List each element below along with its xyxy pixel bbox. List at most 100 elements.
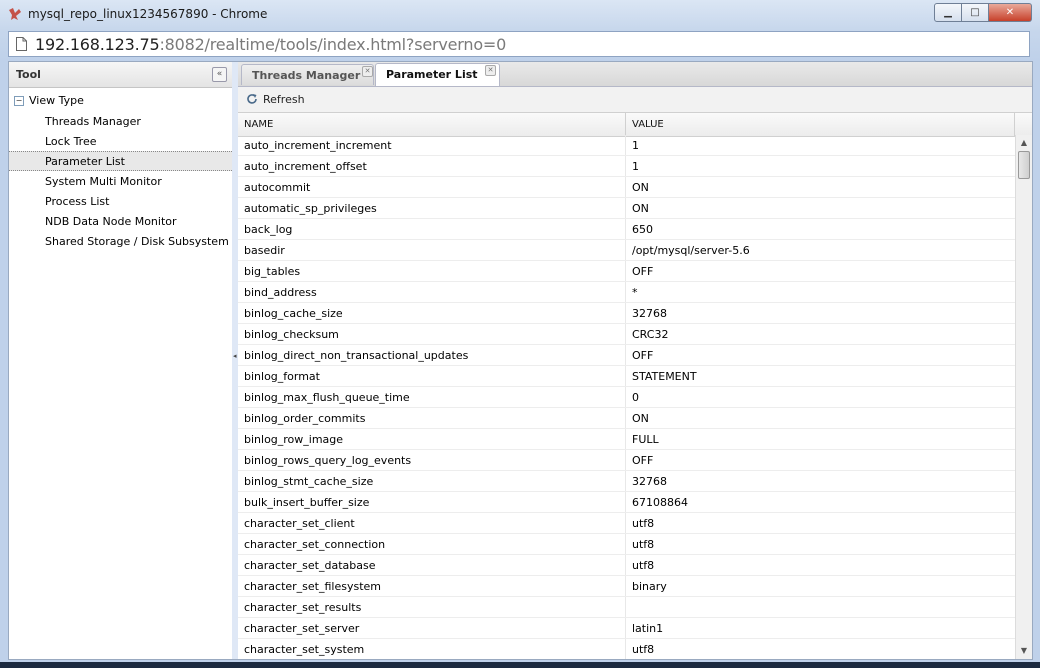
table-row[interactable]: back_log 650 [238,219,1015,240]
param-value-cell: 0 [632,391,639,404]
column-header-name[interactable]: NAME [238,113,626,136]
param-name-cell: automatic_sp_privileges [244,202,377,215]
tab-parameter-list[interactable]: Parameter List ✕ [375,63,500,86]
scrollbar-thumb[interactable] [1018,151,1030,179]
tree-item-parameter-list[interactable]: Parameter List [9,151,232,171]
parameter-grid: auto_increment_increment 1 auto_increment_… [238,135,1015,659]
table-row[interactable]: bulk_insert_buffer_size 67108864 [238,492,1015,513]
tree-node-label: View Type [29,94,84,107]
table-row[interactable]: big_tables OFF [238,261,1015,282]
scroll-up-icon[interactable]: ▲ [1019,138,1029,148]
table-row[interactable]: bind_address * [238,282,1015,303]
param-name-cell: bulk_insert_buffer_size [244,496,370,509]
address-bar[interactable]: 192.168.123.75:8082/realtime/tools/index… [8,31,1030,57]
param-value-cell: 32768 [632,475,667,488]
param-name-cell: binlog_rows_query_log_events [244,454,412,467]
minimize-button[interactable]: ▁ [934,3,962,22]
param-name-cell: character_set_connection [244,538,386,551]
table-row[interactable]: binlog_direct_non_transactional_updates O… [238,345,1015,366]
url-text[interactable]: 192.168.123.75:8082/realtime/tools/index… [35,35,506,54]
tree-node-view-type[interactable]: − View Type [9,91,232,111]
tool-panel-title: Tool [16,68,41,81]
tree-item-shared-storage[interactable]: Shared Storage / Disk Subsystem [9,231,232,251]
table-row[interactable]: autocommit ON [238,177,1015,198]
collapse-node-icon[interactable]: − [14,96,24,106]
close-tab-icon[interactable]: ✕ [362,66,373,77]
table-row[interactable]: binlog_row_image FULL [238,429,1015,450]
table-row[interactable]: character_set_client utf8 [238,513,1015,534]
param-name-cell: bind_address [244,286,317,299]
maximize-icon: □ [970,7,980,18]
tree-item-process-list[interactable]: Process List [9,191,232,211]
param-name-cell: auto_increment_increment [244,139,392,152]
table-row[interactable]: binlog_max_flush_queue_time 0 [238,387,1015,408]
param-value-cell: STATEMENT [632,370,697,383]
table-row[interactable]: basedir/opt/mysql/server-5.6 [238,240,1015,261]
tool-panel-header: Tool « [9,62,232,88]
param-name-cell: binlog_format [244,370,320,383]
param-name-cell: binlog_order_commits [244,412,366,425]
table-row[interactable]: character_set_database utf8 [238,555,1015,576]
tool-panel: Tool « − View Type Threads Manager Lock … [9,62,233,659]
param-name-cell: basedir [244,244,285,257]
tree-item-label: Lock Tree [45,135,97,148]
table-row[interactable]: character_set_connection utf8 [238,534,1015,555]
column-header-value[interactable]: VALUE [626,113,1015,136]
param-value-cell: CRC32 [632,328,669,341]
tree-item-label: Parameter List [45,155,125,168]
table-row[interactable]: binlog_format STATEMENT [238,366,1015,387]
url-host: 192.168.123.75 [35,35,160,54]
refresh-button[interactable]: Refresh [263,93,305,106]
column-header-label: VALUE [632,119,664,130]
column-header-label: NAME [244,119,274,130]
vertical-scrollbar[interactable]: ▲ ▼ [1015,135,1032,659]
tree-item-threads-manager[interactable]: Threads Manager [9,111,232,131]
table-row[interactable]: binlog_cache_size 32768 [238,303,1015,324]
table-row[interactable]: auto_increment_increment 1 [238,135,1015,156]
param-name-cell: character_set_filesystem [244,580,382,593]
table-row[interactable]: character_set_server latin1 [238,618,1015,639]
refresh-icon[interactable] [246,93,258,105]
table-row[interactable]: automatic_sp_privileges ON [238,198,1015,219]
tree-item-label: Threads Manager [45,115,141,128]
maximize-button[interactable]: □ [962,3,989,22]
param-value-cell: utf8 [632,643,655,656]
scroll-down-icon[interactable]: ▼ [1019,646,1029,656]
table-row[interactable]: binlog_stmt_cache_size 32768 [238,471,1015,492]
table-row[interactable]: character_set_filesystem binary [238,576,1015,597]
title-bar[interactable]: mysql_repo_linux1234567890 - Chrome ▁ □ … [0,0,1040,28]
table-row[interactable]: character_set_system utf8 [238,639,1015,659]
table-row[interactable]: binlog_checksum CRC32 [238,324,1015,345]
table-row[interactable]: binlog_order_commits ON [238,408,1015,429]
param-value-cell: FULL [632,433,659,446]
table-row[interactable]: binlog_rows_query_log_events OFF [238,450,1015,471]
param-value-cell: utf8 [632,559,655,572]
param-name-cell: binlog_stmt_cache_size [244,475,374,488]
tab-label: Parameter List [386,68,478,81]
collapse-arrow-icon[interactable]: ◂ [233,352,237,362]
param-name-cell: back_log [244,223,293,236]
close-window-button[interactable]: ✕ [989,3,1032,22]
param-value-cell: 32768 [632,307,667,320]
tree-item-system-multi-monitor[interactable]: System Multi Monitor [9,171,232,191]
table-row[interactable]: character_set_results [238,597,1015,618]
taskbar-strip [0,662,1040,668]
param-value-cell: ON [632,202,649,215]
param-name-cell: auto_increment_offset [244,160,367,173]
param-name-cell: character_set_client [244,517,355,530]
tree-item-ndb-data-node-monitor[interactable]: NDB Data Node Monitor [9,211,232,231]
tab-label: Threads Manager [252,69,361,82]
param-name-cell: character_set_database [244,559,376,572]
tree-item-lock-tree[interactable]: Lock Tree [9,131,232,151]
param-value-cell: 1 [632,139,639,152]
param-value-cell: OFF [632,454,654,467]
grid-header: NAME VALUE [238,113,1032,137]
page-icon [16,37,27,51]
tab-threads-manager[interactable]: Threads Manager ✕ [241,64,374,85]
table-row[interactable]: auto_increment_offset 1 [238,156,1015,177]
param-value-cell: /opt/mysql/server-5.6 [632,244,750,257]
param-value-cell: * [632,286,638,299]
url-path: :8082/realtime/tools/index.html?serverno… [159,35,507,54]
collapse-panel-button[interactable]: « [212,67,227,82]
close-tab-icon[interactable]: ✕ [485,65,496,76]
